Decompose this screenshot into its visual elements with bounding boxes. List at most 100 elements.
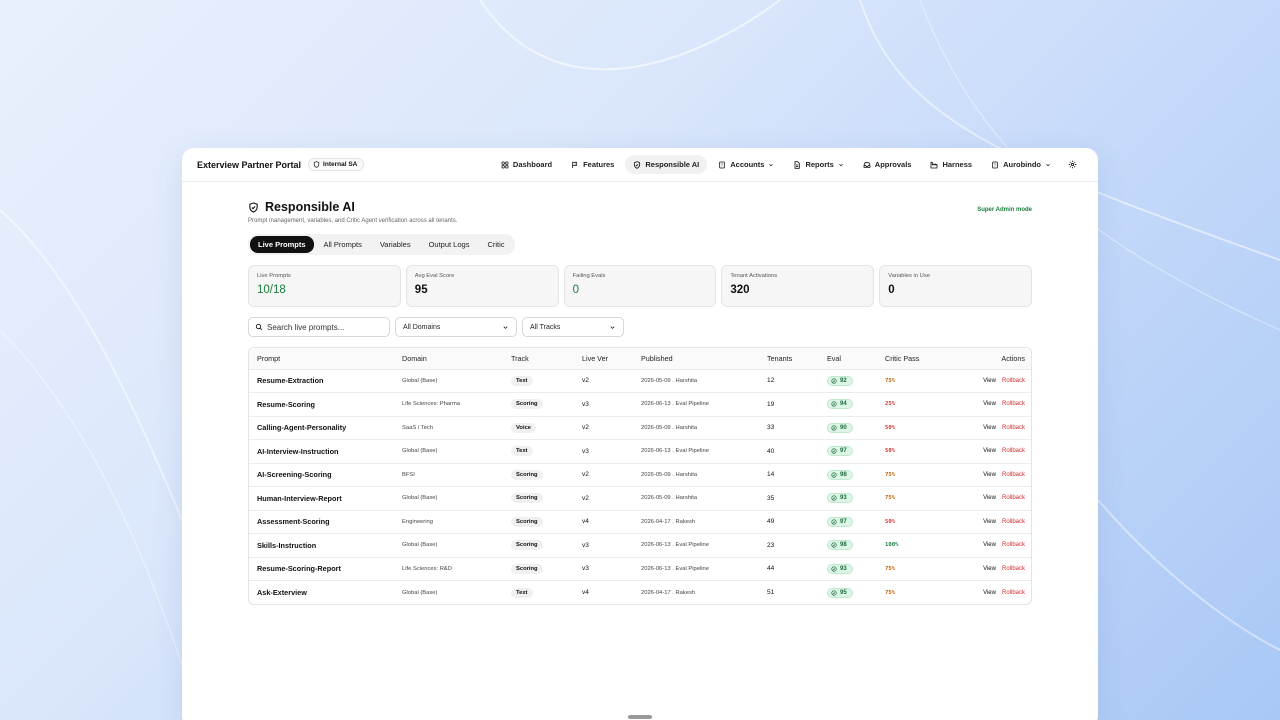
badge-label: Internal SA — [323, 161, 358, 168]
tenant-count: 44 — [759, 557, 819, 581]
view-button[interactable]: View — [983, 495, 996, 501]
tenant-count: 19 — [759, 392, 819, 417]
nav-label: Dashboard — [512, 160, 553, 169]
published-info: 2026-06-13 . Eval Pipeline — [633, 439, 759, 464]
tab-bar: Live Prompts All Prompts Variables Output L… — [248, 234, 515, 255]
prompt-name: Human-Interview-Report — [249, 486, 394, 511]
check-circle-icon — [831, 566, 837, 572]
eval-score: 93 — [840, 495, 847, 502]
rollback-button[interactable]: Rollback — [1002, 566, 1025, 572]
rollback-button[interactable]: Rollback — [1002, 590, 1025, 596]
rollback-button[interactable]: Rollback — [1002, 425, 1025, 431]
nav-tenant-switcher[interactable]: Aurobindo — [983, 155, 1059, 174]
eval-score: 98 — [840, 471, 847, 478]
tab-variables[interactable]: Variables — [372, 236, 419, 253]
table-row: Resume-Extraction Global (Base) Text v2 2026… — [249, 369, 1031, 393]
stat-value: 10/18 — [257, 284, 286, 296]
view-button[interactable]: View — [983, 542, 996, 548]
eval-badge: 98 — [827, 469, 853, 480]
live-version: v3 — [574, 392, 633, 417]
stat-value: 95 — [414, 284, 428, 296]
stat-label: Variables in Use — [888, 273, 930, 279]
rollback-button[interactable]: Rollback — [1002, 401, 1025, 407]
tab-live-prompts[interactable]: Live Prompts — [250, 236, 314, 253]
stat-live-prompts: Live Prompts 10/18 — [248, 265, 401, 307]
track-select[interactable]: All Tracks — [522, 317, 624, 337]
inbox-icon — [863, 161, 871, 168]
tab-critic[interactable]: Critic — [479, 236, 512, 253]
rollback-button[interactable]: Rollback — [1002, 495, 1025, 501]
rollback-button[interactable]: Rollback — [1002, 448, 1025, 454]
stat-value: 0 — [572, 284, 579, 296]
grid-icon — [501, 161, 509, 168]
track-badge: Scoring — [511, 399, 543, 410]
column-header-domain: Domain — [394, 348, 503, 370]
nav-dashboard[interactable]: Dashboard — [493, 155, 560, 174]
view-button[interactable]: View — [983, 378, 996, 384]
view-button[interactable]: View — [983, 590, 996, 596]
view-button[interactable]: View — [983, 472, 996, 478]
settings-button[interactable] — [1062, 155, 1083, 174]
rollback-button[interactable]: Rollback — [1002, 542, 1025, 548]
eval-badge: 97 — [827, 446, 853, 457]
live-version: v3 — [574, 557, 633, 581]
tenant-count: 12 — [759, 369, 819, 393]
tenant-count: 35 — [759, 486, 819, 511]
nav-accounts[interactable]: Accounts — [710, 155, 782, 174]
nav-label: Accounts — [730, 160, 765, 169]
nav-harness[interactable]: Harness — [922, 155, 980, 174]
view-button[interactable]: View — [983, 401, 996, 407]
admin-mode-label: Super Admin mode — [977, 207, 1032, 213]
track-select-value: All Tracks — [530, 323, 561, 331]
nav-label: Responsible AI — [645, 160, 700, 169]
view-button[interactable]: View — [983, 425, 996, 431]
view-button[interactable]: View — [983, 566, 996, 572]
view-button[interactable]: View — [983, 519, 996, 525]
view-button[interactable]: View — [983, 448, 996, 454]
eval-cell: 95 — [819, 581, 877, 605]
prompt-name: Resume-Scoring — [249, 392, 394, 417]
nav-reports[interactable]: Reports — [785, 155, 851, 174]
critic-pass-cell: 100% — [877, 533, 949, 558]
prompt-domain: BFSI — [394, 463, 503, 487]
nav-responsible-ai[interactable]: Responsible AI — [625, 155, 708, 174]
page-title: Responsible AI — [265, 200, 355, 214]
gear-icon — [1068, 160, 1077, 169]
prompt-domain: Life Sciences: Pharma — [394, 392, 503, 417]
eval-badge: 92 — [827, 375, 853, 386]
chevron-down-icon — [503, 325, 508, 329]
main-content: Responsible AI Prompt management, variab… — [248, 200, 1032, 605]
eval-score: 95 — [840, 589, 847, 596]
scroll-handle[interactable] — [628, 715, 652, 719]
critic-pass-rate: 25% — [885, 401, 896, 408]
tab-all-prompts[interactable]: All Prompts — [316, 236, 370, 253]
prompt-track: Scoring — [503, 533, 574, 558]
prompt-track: Scoring — [503, 510, 574, 534]
prompt-track: Text — [503, 369, 574, 393]
rollback-button[interactable]: Rollback — [1002, 378, 1025, 384]
tenant-count: 40 — [759, 439, 819, 464]
search-input[interactable] — [267, 322, 377, 332]
tenant-count: 51 — [767, 589, 775, 596]
tab-output-logs[interactable]: Output Logs — [421, 236, 478, 253]
row-actions: View Rollback — [949, 439, 1031, 464]
stat-failing-evals: Failing Evals 0 — [563, 265, 717, 307]
nav-features[interactable]: Features — [563, 155, 622, 174]
critic-pass-cell: 50% — [877, 510, 949, 534]
table-body: Resume-Extraction Global (Base) Text v2 2026… — [249, 369, 1031, 605]
table-row: Assessment-Scoring Engineering Scoring v4 20… — [249, 510, 1031, 534]
nav-label: Features — [583, 160, 615, 169]
domain-select[interactable]: All Domains — [395, 317, 517, 337]
column-header-live-ver: Live Ver — [574, 348, 633, 370]
live-prompts-table: Prompt Domain Track Live Ver Published Tenant… — [248, 347, 1032, 605]
column-header-track: Track — [503, 348, 574, 370]
stat-avg-eval-score: Avg Eval Score 95 — [405, 265, 559, 307]
prompt-track: Voice — [503, 416, 574, 440]
rollback-button[interactable]: Rollback — [1002, 472, 1025, 478]
nav-approvals[interactable]: Approvals — [855, 155, 920, 174]
column-header-published: Published — [633, 348, 759, 370]
rollback-button[interactable]: Rollback — [1002, 519, 1025, 525]
column-header-actions: Actions — [949, 348, 1031, 370]
nav-label: Aurobindo — [1003, 160, 1041, 169]
filter-bar: All Domains All Tracks — [248, 317, 1032, 337]
